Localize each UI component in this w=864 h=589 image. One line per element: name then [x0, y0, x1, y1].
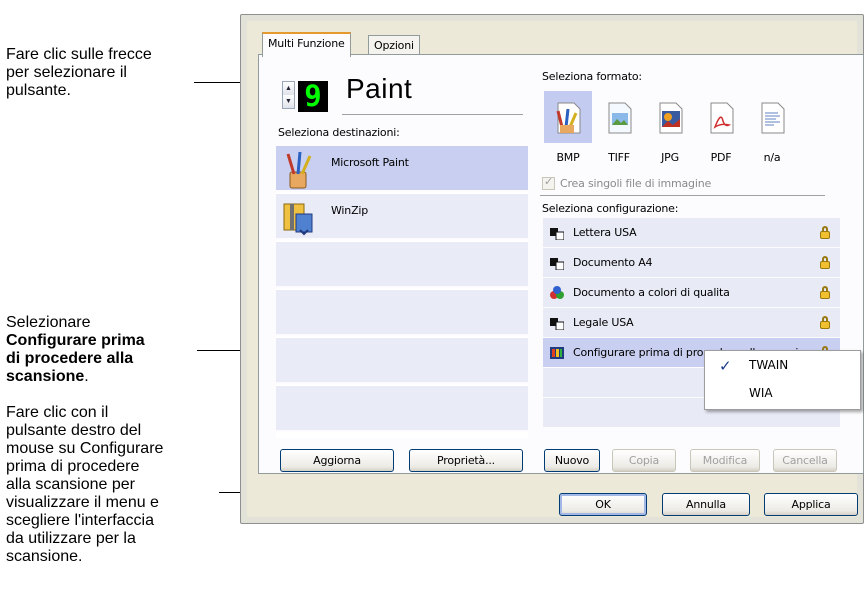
config-item[interactable]: Documento a colori di qualita [543, 278, 840, 308]
name-underline [342, 114, 523, 115]
annotation-line: mouse su Configurare [6, 440, 164, 457]
lock-icon [820, 286, 830, 299]
menu-item-twain[interactable]: TWAIN [749, 358, 788, 372]
config-item-label: Lettera USA [573, 226, 637, 239]
lock-icon [820, 226, 830, 239]
annotation-line: prima di procedere [6, 458, 140, 475]
configure-scan-icon [550, 347, 564, 359]
menu-item-wia[interactable]: WIA [749, 386, 773, 400]
list-item[interactable]: WinZip [276, 194, 528, 240]
pdf-file-icon [710, 102, 734, 134]
annotation-line: Fare clic sulle frecce [6, 46, 152, 63]
bmp-file-icon [556, 102, 581, 134]
annotation-line: per selezionare il [6, 64, 127, 81]
color-scan-icon [550, 286, 564, 299]
annotation-punct: . [84, 368, 89, 385]
new-button[interactable]: Nuovo [544, 449, 600, 472]
button-number-display: 9 [298, 81, 328, 112]
format-na[interactable] [748, 91, 796, 143]
properties-button[interactable]: Proprietà... [409, 449, 523, 472]
format-bmp-label: BMP [556, 151, 580, 164]
button-spinner[interactable]: ▲ ▼ [282, 81, 295, 109]
config-item-label: Legale USA [573, 316, 634, 329]
format-na-label: n/a [763, 151, 781, 164]
check-icon: ✓ [544, 176, 554, 188]
checkmark-icon: ✓ [719, 358, 732, 375]
config-item[interactable]: Documento A4 [543, 248, 840, 278]
config-item[interactable]: Legale USA [543, 308, 840, 338]
destinations-list[interactable]: Microsoft Paint WinZip [276, 146, 528, 438]
destination-label: WinZip [331, 204, 369, 217]
annotation-line: scansione. [6, 368, 145, 386]
interface-context-menu: ✓ TWAIN WIA [704, 350, 861, 410]
annotation-line: pulsante. [6, 82, 71, 99]
bw-scan-icon [550, 228, 564, 240]
annotation-line: alla scansione per [6, 476, 135, 493]
format-pdf[interactable] [697, 91, 745, 143]
modify-button[interactable]: Modifica [690, 449, 760, 472]
winzip-icon [283, 203, 313, 236]
text-file-icon [761, 102, 785, 134]
format-tiff[interactable] [595, 91, 643, 143]
annotation-line: Selezionare [6, 314, 91, 331]
annotation-bold: Configurare prima [6, 332, 145, 349]
list-item [276, 386, 528, 432]
delete-button[interactable]: Cancella [773, 449, 837, 472]
button-name: Paint [346, 73, 413, 104]
annotation-line: Configurare prima [6, 332, 145, 350]
single-files-label: Crea singoli file di immagine [560, 177, 712, 190]
arrow-down-icon[interactable]: ▼ [283, 95, 294, 108]
format-separator [540, 195, 825, 196]
annotation-line: di procedere alla [6, 350, 145, 368]
annotation-line: da utilizzare per la [6, 530, 136, 547]
annotation-line: scegliere l'interfaccia [6, 512, 155, 529]
annotation-line: scansione. [6, 548, 83, 565]
bw-scan-icon [550, 258, 564, 270]
lock-icon [820, 316, 830, 329]
tab-multi-funzione[interactable]: Multi Funzione [262, 32, 351, 57]
annotation-select: Selezionare Configurare prima di procede… [6, 314, 145, 386]
list-item[interactable]: Microsoft Paint [276, 146, 528, 192]
format-bmp[interactable] [544, 91, 592, 143]
format-label: Seleziona formato: [542, 70, 642, 83]
copy-button[interactable]: Copia [612, 449, 676, 472]
config-item[interactable]: Lettera USA [543, 218, 840, 248]
annotation-rightclick: Fare clic con il pulsante destro del mou… [6, 404, 163, 566]
paint-brushes-icon [286, 151, 312, 189]
annotation-line: pulsante destro del [6, 422, 142, 439]
config-label: Seleziona configurazione: [542, 202, 679, 215]
refresh-button[interactable]: Aggiorna [280, 449, 394, 472]
annotation-line: Fare clic con il [6, 404, 109, 421]
format-pdf-label: PDF [710, 151, 732, 164]
lock-icon [820, 256, 830, 269]
jpg-file-icon [659, 102, 683, 134]
single-files-checkbox[interactable]: ✓ [542, 176, 555, 190]
annotation-bold: di procedere alla [6, 350, 134, 367]
tiff-file-icon [608, 102, 632, 134]
bw-scan-icon [550, 318, 564, 330]
apply-button[interactable]: Applica [764, 493, 858, 516]
list-item [276, 290, 528, 336]
annotation-bold: scansione [6, 368, 85, 385]
format-jpg[interactable] [646, 91, 694, 143]
format-tiff-label: TIFF [608, 151, 630, 164]
destination-label: Microsoft Paint [331, 156, 409, 169]
destinations-label: Seleziona destinazioni: [278, 126, 400, 139]
list-item [276, 242, 528, 288]
arrow-up-icon[interactable]: ▲ [283, 82, 294, 95]
list-item [276, 338, 528, 384]
annotation-arrows: Fare clic sulle frecce per selezionare i… [6, 46, 152, 100]
config-item-label: Documento A4 [573, 256, 653, 269]
format-jpg-label: JPG [661, 151, 679, 164]
config-item-label: Documento a colori di qualita [573, 286, 730, 299]
cancel-button[interactable]: Annulla [662, 493, 750, 516]
annotation-line: visualizzare il menu e [6, 494, 159, 511]
ok-button[interactable]: OK [559, 493, 647, 516]
